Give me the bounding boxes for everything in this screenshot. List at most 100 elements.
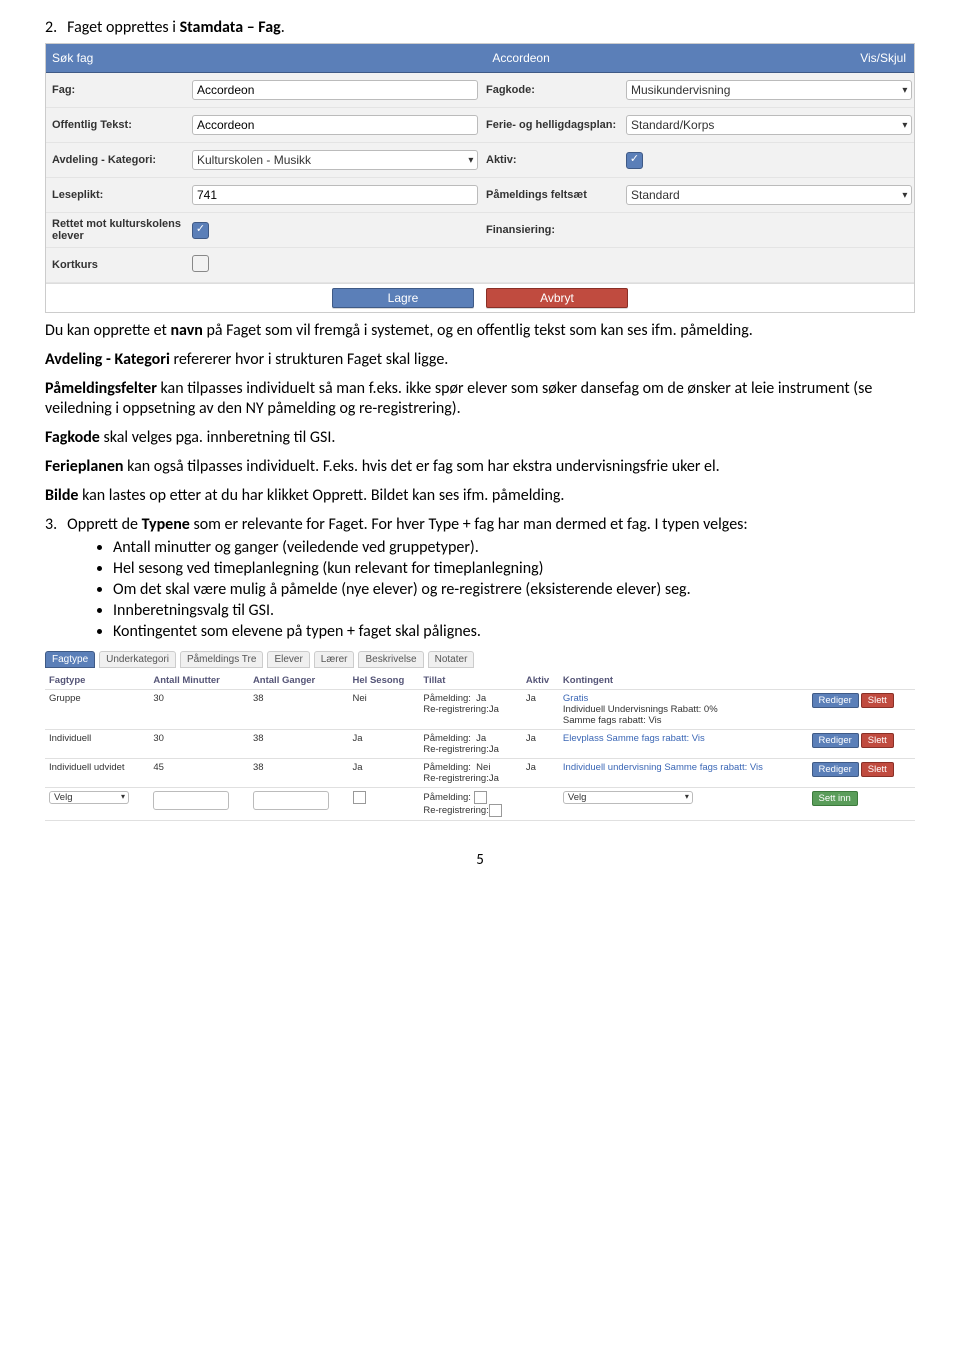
para-pameldingsfelter: Påmeldingsfelter kan tilpasses individue… [45, 379, 915, 421]
form-checkbox[interactable] [192, 255, 209, 272]
col-header: Aktiv [522, 672, 559, 690]
cell-helsesong: Ja [349, 758, 420, 787]
form-label: Leseplikt: [46, 189, 192, 201]
table-row: Individuell udvidet4538JaPåmelding: NeiR… [45, 758, 915, 787]
table-screenshot: FagtypeUnderkategoriPåmeldings TreElever… [45, 651, 915, 821]
cell-tillat: Påmelding: NeiRe-registrering:Ja [419, 758, 522, 787]
form-label: Ferie- og helligdagsplan: [480, 119, 626, 131]
col-header: Antall Ganger [249, 672, 349, 690]
cell-ganger: 38 [249, 689, 349, 729]
col-header: Tillat [419, 672, 522, 690]
edit-button[interactable]: Rediger [812, 733, 859, 748]
delete-button[interactable]: Slett [861, 733, 894, 748]
cell-ganger: 38 [249, 758, 349, 787]
cell-fagtype: Gruppe [45, 689, 149, 729]
cell-kontingent: Individuell undervisning Samme fags raba… [559, 758, 806, 787]
tab-fagtype[interactable]: Fagtype [45, 651, 95, 668]
cell-min: 30 [149, 689, 249, 729]
cell-actions: RedigerSlett [806, 729, 915, 758]
page-number: 5 [45, 851, 915, 869]
form-label: Finansiering: [480, 224, 626, 236]
form-label: Fag: [46, 84, 192, 96]
form-label: Kortkurs [46, 259, 192, 271]
bullet-item: Om det skal være mulig å påmelde (nye el… [113, 580, 915, 599]
col-header: Kontingent [559, 672, 806, 690]
cell-min: 45 [149, 758, 249, 787]
col-header: Hel Sesong [349, 672, 420, 690]
form-text-input[interactable] [192, 115, 478, 135]
cell-actions: RedigerSlett [806, 689, 915, 729]
tab-beskrivelse[interactable]: Beskrivelse [358, 651, 423, 668]
form-label: Rettet mot kulturskolens elever [46, 218, 192, 242]
form-label: Avdeling - Kategori: [46, 154, 192, 166]
insert-button[interactable]: Sett inn [812, 791, 858, 806]
tab-påmeldings-tre[interactable]: Påmeldings Tre [180, 651, 263, 668]
form-text-input[interactable] [192, 80, 478, 100]
para-fagkode: Fagkode skal velges pga. innberetning ti… [45, 428, 915, 449]
new-fagtype-select[interactable]: Velg [49, 791, 129, 804]
cell-helsesong: Ja [349, 729, 420, 758]
cell-fagtype: Individuell udvidet [45, 758, 149, 787]
cell-tillat: Påmelding: JaRe-registrering:Ja [419, 729, 522, 758]
col-header: Fagtype [45, 672, 149, 690]
form-label: Aktiv: [480, 154, 626, 166]
cell-aktiv: Ja [522, 729, 559, 758]
form-select[interactable]: Standard▾ [626, 185, 912, 205]
tab-notater[interactable]: Notater [428, 651, 475, 668]
form-select[interactable]: Kulturskolen - Musikk▾ [192, 150, 478, 170]
table-row: Gruppe3038NeiPåmelding: JaRe-registrerin… [45, 689, 915, 729]
new-rereg-checkbox[interactable] [489, 804, 502, 817]
form-select[interactable]: Standard/Korps▾ [626, 115, 912, 135]
edit-button[interactable]: Rediger [812, 693, 859, 708]
cell-min: 30 [149, 729, 249, 758]
table-row: Individuell3038JaPåmelding: JaRe-registr… [45, 729, 915, 758]
new-kontingent-select[interactable]: Velg [563, 791, 693, 804]
edit-button[interactable]: Rediger [812, 762, 859, 777]
delete-button[interactable]: Slett [861, 762, 894, 777]
form-text-input[interactable] [192, 185, 478, 205]
para-avdeling: Avdeling - Kategori refererer hvor i str… [45, 350, 915, 371]
cell-kontingent: Elevplass Samme fags rabatt: Vis [559, 729, 806, 758]
new-helsesong-checkbox[interactable] [353, 791, 366, 804]
new-pamelding-checkbox[interactable] [474, 791, 487, 804]
cell-aktiv: Ja [522, 689, 559, 729]
sec2-title: Faget opprettes i Stamdata – Fag. [67, 18, 285, 37]
form-select[interactable]: Musikundervisning▾ [626, 80, 912, 100]
form-checkbox[interactable]: ✓ [192, 222, 209, 239]
sec3-num: 3. [45, 515, 57, 534]
bullet-item: Kontingentet som elevene på typen + fage… [113, 622, 915, 641]
cell-kontingent: GratisIndividuell Undervisnings Rabatt: … [559, 689, 806, 729]
form-header-left[interactable]: Søk fag [46, 51, 182, 65]
bullet-item: Antall minutter og ganger (veiledende ve… [113, 538, 915, 557]
cell-ganger: 38 [249, 729, 349, 758]
tab-underkategori[interactable]: Underkategori [99, 651, 176, 668]
bullet-item: Hel sesong ved timeplanlegning (kun rele… [113, 559, 915, 578]
form-header-toggle[interactable]: Vis/Skjul [860, 51, 914, 65]
col-header [806, 672, 915, 690]
cell-actions: RedigerSlett [806, 758, 915, 787]
form-checkbox[interactable]: ✓ [626, 152, 643, 169]
new-ganger-input[interactable] [253, 791, 329, 810]
form-screenshot: Søk fag Accordeon Vis/Skjul Fag: Fagkode:… [45, 43, 915, 313]
col-header: Antall Minutter [149, 672, 249, 690]
form-label: Offentlig Tekst: [46, 119, 192, 131]
cell-aktiv: Ja [522, 758, 559, 787]
new-min-input[interactable] [153, 791, 229, 810]
cell-fagtype: Individuell [45, 729, 149, 758]
save-button[interactable]: Lagre [332, 288, 474, 308]
cell-helsesong: Nei [349, 689, 420, 729]
form-label: Fagkode: [480, 84, 626, 96]
sec3-text: Opprett de Typene som er relevante for F… [67, 515, 748, 534]
para-ferieplanen: Ferieplanen kan også tilpasses individue… [45, 457, 915, 478]
bullet-item: Innberetningsvalg til GSI. [113, 601, 915, 620]
cancel-button[interactable]: Avbryt [486, 288, 628, 308]
form-label: Påmeldings feltsæt [480, 189, 626, 201]
sec2-num: 2. [45, 18, 57, 37]
tab-lærer[interactable]: Lærer [314, 651, 355, 668]
cell-tillat: Påmelding: JaRe-registrering:Ja [419, 689, 522, 729]
form-header-title: Accordeon [182, 51, 860, 65]
tab-elever[interactable]: Elever [267, 651, 309, 668]
para-bilde: Bilde kan lastes op etter at du har klik… [45, 486, 915, 507]
delete-button[interactable]: Slett [861, 693, 894, 708]
para-navn: Du kan opprette et navn på Faget som vil… [45, 321, 915, 342]
